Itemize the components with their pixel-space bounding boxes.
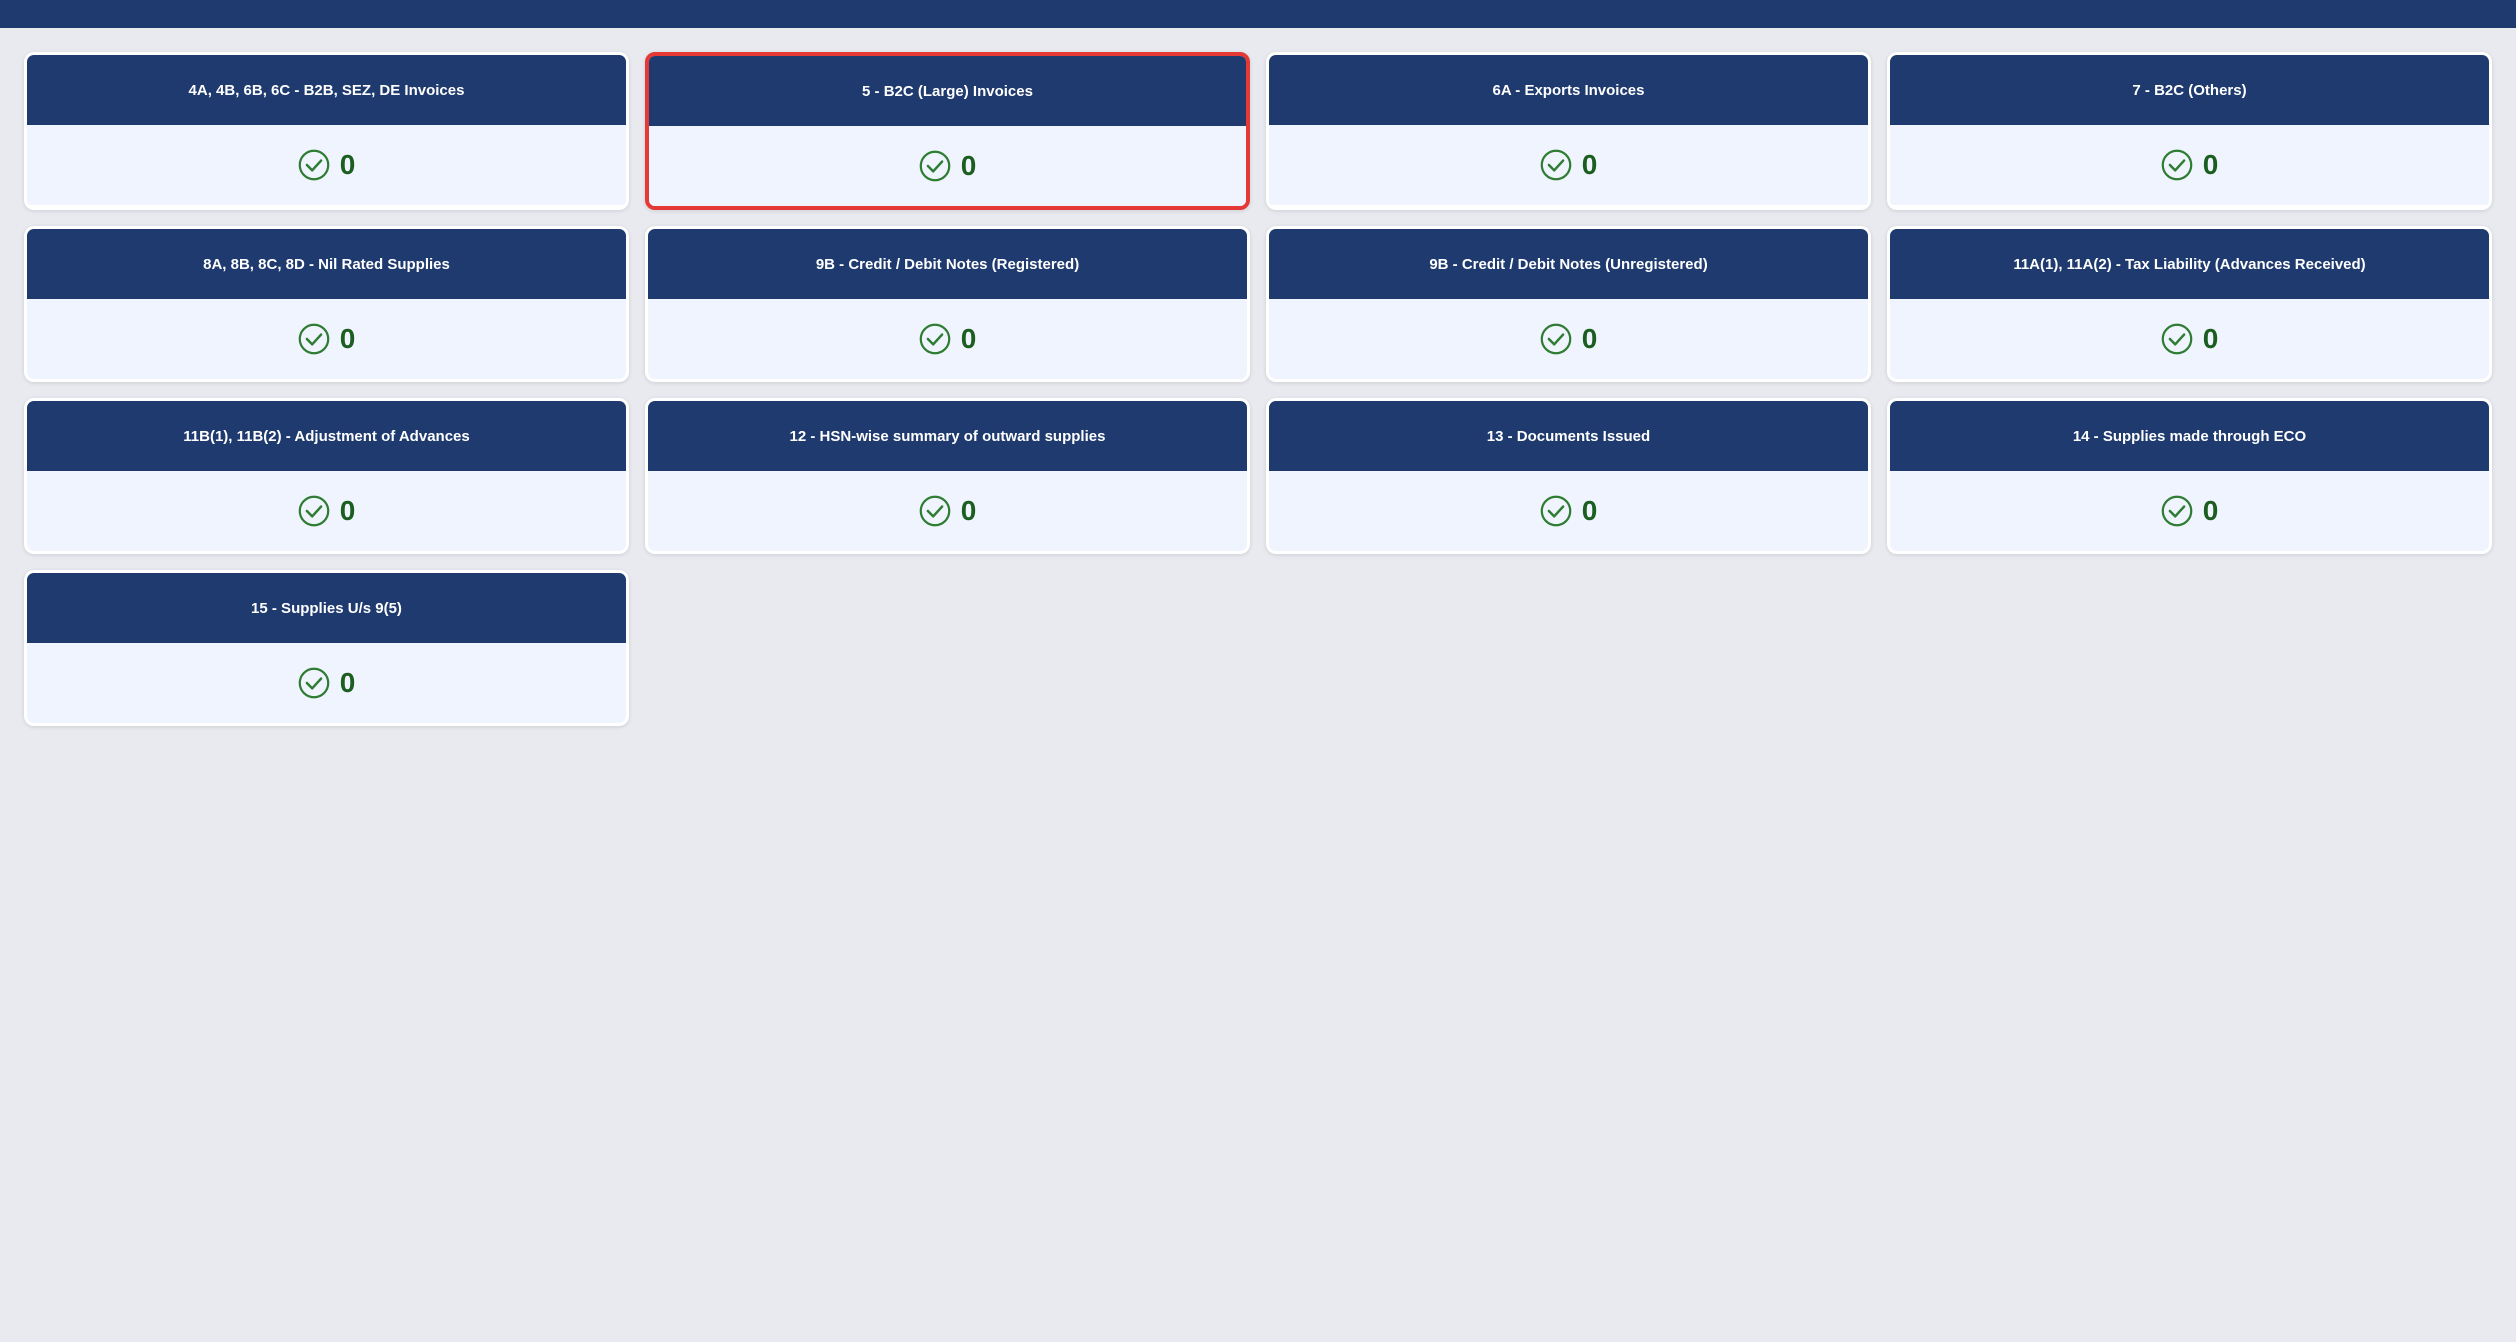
card-4a-header: 4A, 4B, 6B, 6C - B2B, SEZ, DE Invoices — [27, 55, 626, 125]
card-7[interactable]: 7 - B2C (Others) 0 — [1887, 52, 2492, 210]
card-12-check-icon — [919, 495, 951, 527]
card-13-body: 0 — [1269, 471, 1868, 551]
card-5-header: 5 - B2C (Large) Invoices — [649, 56, 1246, 126]
card-15-header: 15 - Supplies U/s 9(5) — [27, 573, 626, 643]
card-13-check-icon — [1540, 495, 1572, 527]
card-11b-header: 11B(1), 11B(2) - Adjustment of Advances — [27, 401, 626, 471]
card-4a[interactable]: 4A, 4B, 6B, 6C - B2B, SEZ, DE Invoices 0 — [24, 52, 629, 210]
card-11a-body: 0 — [1890, 299, 2489, 379]
card-7-header: 7 - B2C (Others) — [1890, 55, 2489, 125]
card-7-body: 0 — [1890, 125, 2489, 205]
card-11b-value: 0 — [340, 495, 356, 527]
card-13-header: 13 - Documents Issued — [1269, 401, 1868, 471]
card-9b-reg-value: 0 — [961, 323, 977, 355]
card-8a-header: 8A, 8B, 8C, 8D - Nil Rated Supplies — [27, 229, 626, 299]
card-15-check-icon — [298, 667, 330, 699]
card-12-value: 0 — [961, 495, 977, 527]
card-5[interactable]: 5 - B2C (Large) Invoices 0 — [645, 52, 1250, 210]
card-7-value: 0 — [2203, 149, 2219, 181]
card-15-body: 0 — [27, 643, 626, 723]
card-6a[interactable]: 6A - Exports Invoices 0 — [1266, 52, 1871, 210]
card-8a-check-icon — [298, 323, 330, 355]
card-6a-header: 6A - Exports Invoices — [1269, 55, 1868, 125]
card-9b-unreg-header: 9B - Credit / Debit Notes (Unregistered) — [1269, 229, 1868, 299]
main-content: 4A, 4B, 6B, 6C - B2B, SEZ, DE Invoices 0… — [0, 28, 2516, 750]
card-14-value: 0 — [2203, 495, 2219, 527]
card-4a-check-icon — [298, 149, 330, 181]
card-11a-header: 11A(1), 11A(2) - Tax Liability (Advances… — [1890, 229, 2489, 299]
card-4a-body: 0 — [27, 125, 626, 205]
card-9b-unreg-value: 0 — [1582, 323, 1598, 355]
card-4a-value: 0 — [340, 149, 356, 181]
card-11b-body: 0 — [27, 471, 626, 551]
card-13[interactable]: 13 - Documents Issued 0 — [1266, 398, 1871, 554]
card-13-value: 0 — [1582, 495, 1598, 527]
card-12-header: 12 - HSN-wise summary of outward supplie… — [648, 401, 1247, 471]
card-15-value: 0 — [340, 667, 356, 699]
card-14-header: 14 - Supplies made through ECO — [1890, 401, 2489, 471]
card-9b-unreg-body: 0 — [1269, 299, 1868, 379]
card-11b-check-icon — [298, 495, 330, 527]
card-14-check-icon — [2161, 495, 2193, 527]
card-5-check-icon — [919, 150, 951, 182]
card-11a-check-icon — [2161, 323, 2193, 355]
card-6a-check-icon — [1540, 149, 1572, 181]
header-bar — [0, 0, 2516, 28]
card-7-check-icon — [2161, 149, 2193, 181]
page-container: 4A, 4B, 6B, 6C - B2B, SEZ, DE Invoices 0… — [0, 0, 2516, 750]
card-9b-reg[interactable]: 9B - Credit / Debit Notes (Registered) 0 — [645, 226, 1250, 382]
card-15[interactable]: 15 - Supplies U/s 9(5) 0 — [24, 570, 629, 726]
card-8a-value: 0 — [340, 323, 356, 355]
card-5-value: 0 — [961, 150, 977, 182]
card-6a-body: 0 — [1269, 125, 1868, 205]
card-12[interactable]: 12 - HSN-wise summary of outward supplie… — [645, 398, 1250, 554]
card-5-body: 0 — [649, 126, 1246, 206]
card-9b-reg-body: 0 — [648, 299, 1247, 379]
card-8a-body: 0 — [27, 299, 626, 379]
card-14-body: 0 — [1890, 471, 2489, 551]
card-9b-reg-header: 9B - Credit / Debit Notes (Registered) — [648, 229, 1247, 299]
cards-grid: 4A, 4B, 6B, 6C - B2B, SEZ, DE Invoices 0… — [24, 52, 2492, 726]
card-12-body: 0 — [648, 471, 1247, 551]
card-9b-unreg-check-icon — [1540, 323, 1572, 355]
card-6a-value: 0 — [1582, 149, 1598, 181]
card-9b-unreg[interactable]: 9B - Credit / Debit Notes (Unregistered)… — [1266, 226, 1871, 382]
card-9b-reg-check-icon — [919, 323, 951, 355]
card-11a[interactable]: 11A(1), 11A(2) - Tax Liability (Advances… — [1887, 226, 2492, 382]
card-11a-value: 0 — [2203, 323, 2219, 355]
card-8a[interactable]: 8A, 8B, 8C, 8D - Nil Rated Supplies 0 — [24, 226, 629, 382]
card-11b[interactable]: 11B(1), 11B(2) - Adjustment of Advances … — [24, 398, 629, 554]
card-14[interactable]: 14 - Supplies made through ECO 0 — [1887, 398, 2492, 554]
